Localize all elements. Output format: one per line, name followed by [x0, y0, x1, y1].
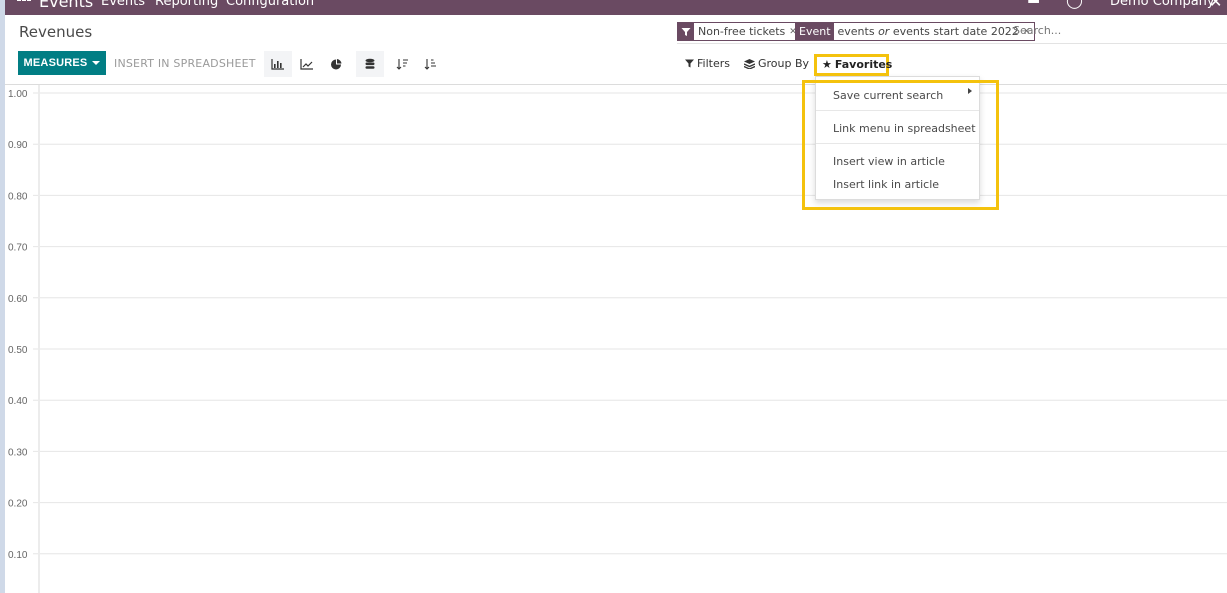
apps-menu-icon[interactable]	[17, 0, 31, 3]
y-tick-label: 0.60	[8, 294, 28, 305]
filter-icon	[678, 23, 694, 40]
insert-in-spreadsheet-button[interactable]: INSERT IN SPREADSHEET	[114, 57, 256, 70]
chat-icon[interactable]: ▬	[1027, 0, 1040, 8]
chart-grid	[33, 92, 1227, 555]
y-axis-ticks: 1.00 0.90 0.80 0.70 0.60 0.50 0.40 0.30 0.20 0.10	[8, 89, 28, 561]
group-by-label: Group By	[758, 57, 810, 70]
favorites-button[interactable]: ★ Favorites	[822, 58, 892, 71]
page-title: Revenues	[19, 23, 93, 41]
top-navbar: Events Events Reporting Configuration ▬ …	[5, 0, 1227, 15]
y-tick-label: 0.80	[8, 191, 28, 202]
revenue-chart: 1.00 0.90 0.80 0.70 0.60 0.50 0.40 0.30 0.20 0.10	[8, 85, 1227, 593]
facet-value: events or events start date 2022	[834, 25, 1023, 38]
menu-configuration[interactable]: Configuration	[226, 0, 314, 9]
measures-label: MEASURES	[23, 57, 88, 69]
y-tick-label: 0.30	[8, 447, 28, 458]
measures-button[interactable]: MEASURES	[18, 51, 106, 75]
facet-non-free-tickets: Non-free tickets ✕	[677, 22, 802, 41]
close-icon[interactable]: ✕	[1209, 0, 1222, 11]
stacked-button[interactable]	[356, 51, 384, 77]
search-input[interactable]	[1013, 24, 1193, 37]
facet-label: Event	[796, 23, 834, 40]
line-chart-icon	[300, 59, 313, 70]
menu-events[interactable]: Events	[101, 0, 145, 9]
line-chart-button[interactable]	[293, 51, 321, 77]
favorites-label: Favorites	[834, 58, 893, 71]
y-tick-label: 0.90	[8, 140, 28, 151]
bar-chart-button[interactable]	[264, 51, 292, 77]
menu-reporting[interactable]: Reporting	[155, 0, 218, 9]
layers-icon	[744, 58, 755, 69]
y-tick-label: 0.40	[8, 396, 28, 407]
filters-button[interactable]: Filters	[685, 57, 730, 70]
menu-highlight-box	[802, 80, 999, 210]
search-bar: Non-free tickets ✕ Event events or event…	[677, 21, 1227, 44]
y-tick-label: 0.20	[8, 499, 28, 510]
sort-descending-button[interactable]	[388, 51, 416, 77]
app-brand[interactable]: Events	[39, 0, 93, 11]
star-icon: ★	[822, 58, 832, 71]
facet-value-part: events start date 2022	[889, 25, 1019, 38]
y-tick-label: 0.10	[8, 550, 28, 561]
filter-icon	[685, 59, 694, 68]
y-tick-label: 0.70	[8, 243, 28, 254]
sort-ascending-button[interactable]	[416, 51, 444, 77]
facet-event: Event events or events start date 2022 ✕	[795, 22, 1036, 41]
filters-label: Filters	[697, 57, 730, 70]
activity-clock-icon[interactable]: ◯	[1066, 0, 1083, 9]
y-tick-label: 1.00	[8, 89, 28, 100]
caret-down-icon	[92, 61, 101, 65]
pie-chart-button[interactable]	[322, 51, 350, 77]
group-by-button[interactable]: Group By	[744, 57, 809, 70]
sort-descending-icon	[396, 59, 408, 70]
company-switcher[interactable]: Demo Company	[1110, 0, 1215, 9]
y-tick-label: 0.50	[8, 345, 28, 356]
bar-chart-icon	[271, 59, 284, 70]
stacked-database-icon	[365, 58, 375, 69]
facet-or-separator: or	[878, 25, 890, 38]
sort-ascending-icon	[424, 59, 436, 70]
facet-value-part: events	[837, 25, 879, 38]
pie-chart-icon	[331, 59, 342, 70]
facet-value: Non-free tickets	[698, 25, 786, 38]
